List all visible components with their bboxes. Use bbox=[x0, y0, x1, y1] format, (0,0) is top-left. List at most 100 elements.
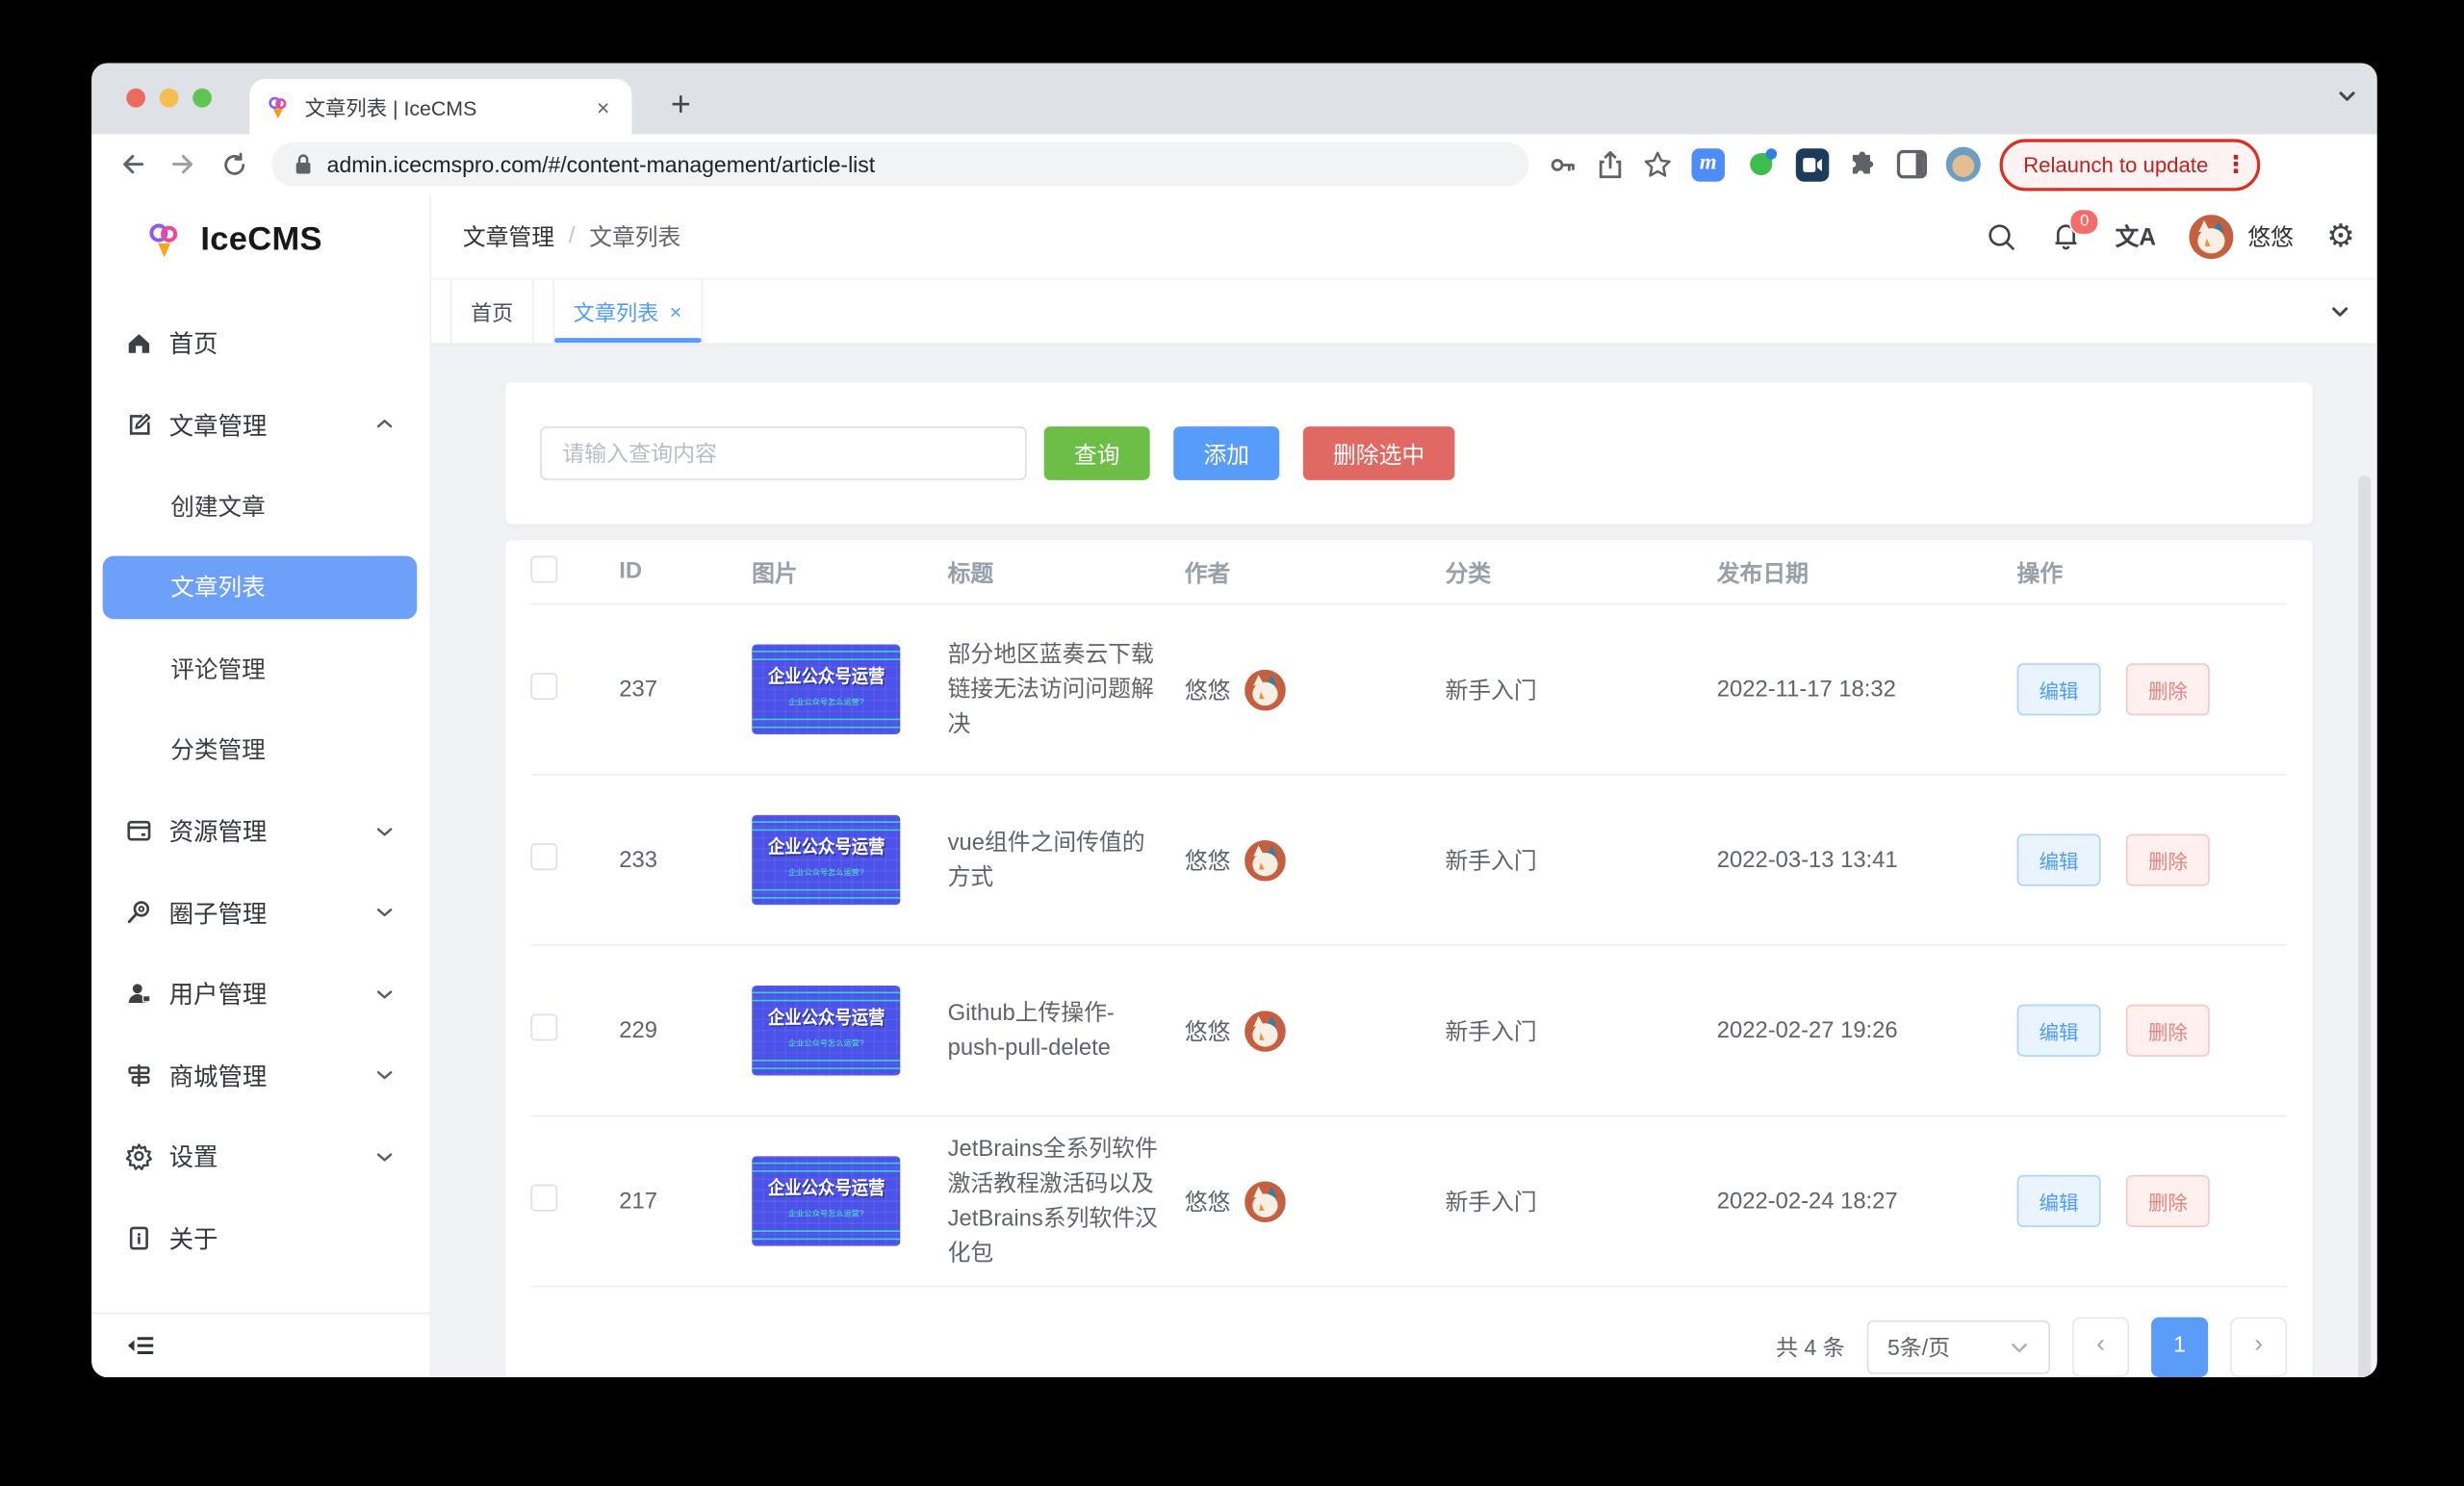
extension-camera-icon[interactable] bbox=[1796, 147, 1829, 180]
sidebar-item-label: 用户管理 bbox=[169, 976, 374, 1011]
table-row: 229 企业公众号运营 企业公众号怎么运营? Github上传操作-push-p… bbox=[530, 946, 2287, 1116]
row-checkbox[interactable] bbox=[530, 673, 557, 700]
user-avatar bbox=[2190, 214, 2234, 258]
sidebar-item-article-list[interactable]: 文章列表 bbox=[103, 555, 418, 619]
column-category: 分类 bbox=[1446, 555, 1717, 588]
sidebar-item-user-management[interactable]: 用户管理 bbox=[91, 959, 429, 1028]
language-translate-icon[interactable]: 文A bbox=[2116, 219, 2156, 252]
select-all-checkbox[interactable] bbox=[530, 555, 557, 582]
chevron-down-icon bbox=[2009, 1337, 2029, 1357]
sidebar-item-resource-management[interactable]: 资源管理 bbox=[91, 796, 429, 865]
delete-selected-button[interactable]: 删除选中 bbox=[1303, 426, 1455, 480]
extensions-puzzle-icon[interactable] bbox=[1848, 149, 1878, 179]
favicon-icecream-icon bbox=[266, 94, 291, 119]
forward-icon[interactable] bbox=[163, 143, 204, 185]
row-checkbox[interactable] bbox=[530, 843, 557, 870]
extension-evernote-icon[interactable] bbox=[1744, 147, 1777, 180]
page-size-select[interactable]: 5条/页 bbox=[1867, 1320, 2050, 1374]
bookmark-star-icon[interactable] bbox=[1643, 149, 1673, 179]
scrollbar[interactable] bbox=[2358, 475, 2371, 1377]
article-thumbnail[interactable]: 企业公众号运营 企业公众号怎么运营? bbox=[752, 986, 900, 1076]
zoom-window-button[interactable] bbox=[192, 89, 212, 108]
tags-chevron-down-icon[interactable] bbox=[2328, 299, 2352, 323]
users-icon bbox=[125, 979, 154, 1008]
thumbnail-subtitle: 企业公众号怎么运营? bbox=[788, 697, 863, 709]
close-window-button[interactable] bbox=[126, 89, 145, 108]
sidebar-item-label: 评论管理 bbox=[170, 652, 429, 684]
sidebar-item-about[interactable]: 关于 bbox=[91, 1203, 429, 1272]
app-logo[interactable]: IceCMS bbox=[91, 194, 429, 286]
back-icon[interactable] bbox=[113, 143, 154, 185]
browser-profile-avatar[interactable] bbox=[1946, 147, 1981, 182]
search-input[interactable] bbox=[540, 426, 1026, 480]
tab-search-chevron-icon[interactable] bbox=[2336, 86, 2358, 108]
browser-menu-icon[interactable]: ⋮ bbox=[2224, 150, 2248, 179]
add-button[interactable]: 添加 bbox=[1173, 426, 1279, 480]
reload-icon[interactable] bbox=[214, 143, 255, 185]
sidebar-item-home[interactable]: 首页 bbox=[91, 308, 429, 377]
browser-tab[interactable]: 文章列表 | IceCMS × bbox=[249, 79, 631, 134]
total-count-label: 共 4 条 bbox=[1776, 1331, 1845, 1363]
cell-category: 新手入门 bbox=[1446, 1185, 1717, 1217]
sidebar-item-label: 关于 bbox=[169, 1220, 430, 1255]
sidebar-item-mall-management[interactable]: 商城管理 bbox=[91, 1040, 429, 1110]
table-row: 233 企业公众号运营 企业公众号怎么运营? vue组件之间传值的方式 bbox=[530, 776, 2287, 946]
delete-button[interactable]: 删除 bbox=[2126, 1175, 2210, 1227]
cell-title[interactable]: JetBrains全系列软件激活教程激活码以及JetBrains系列软件汉化包 bbox=[948, 1132, 1185, 1270]
cell-date: 2022-03-13 13:41 bbox=[1717, 847, 2017, 872]
row-checkbox[interactable] bbox=[530, 1185, 557, 1212]
relaunch-to-update-button[interactable]: Relaunch to update ⋮ bbox=[2000, 139, 2261, 191]
minimize-window-button[interactable] bbox=[160, 89, 179, 108]
cell-title[interactable]: vue组件之间传值的方式 bbox=[948, 825, 1185, 894]
cell-date: 2022-02-24 18:27 bbox=[1717, 1189, 2017, 1214]
tab-close-icon[interactable]: × bbox=[590, 94, 616, 119]
user-menu[interactable]: 悠悠 bbox=[2190, 214, 2294, 258]
browser-window: 文章列表 | IceCMS × + admin.ice bbox=[91, 64, 2377, 1377]
edit-button[interactable]: 编辑 bbox=[2017, 663, 2101, 715]
address-bar[interactable]: admin.icecmspro.com/#/content-management… bbox=[271, 142, 1528, 187]
article-thumbnail[interactable]: 企业公众号运营 企业公众号怎么运营? bbox=[752, 815, 900, 906]
sidebar-item-settings[interactable]: 设置 bbox=[91, 1121, 429, 1191]
browser-url-bar: admin.icecmspro.com/#/content-management… bbox=[91, 134, 2377, 193]
thumbnail-subtitle: 企业公众号怎么运营? bbox=[788, 1209, 863, 1221]
next-page-button[interactable]: › bbox=[2230, 1318, 2287, 1377]
extension-medium-icon[interactable]: m bbox=[1692, 147, 1725, 180]
page-1-button[interactable]: 1 bbox=[2151, 1318, 2208, 1377]
search-icon[interactable] bbox=[1986, 220, 2017, 252]
tag-article-list[interactable]: 文章列表 × bbox=[552, 279, 702, 343]
edit-button[interactable]: 编辑 bbox=[2017, 1175, 2101, 1227]
row-checkbox[interactable] bbox=[530, 1014, 557, 1041]
breadcrumb-first[interactable]: 文章管理 bbox=[463, 219, 554, 252]
thumbnail-title: 企业公众号运营 bbox=[767, 1011, 885, 1029]
query-button[interactable]: 查询 bbox=[1044, 426, 1150, 480]
delete-button[interactable]: 删除 bbox=[2126, 663, 2210, 715]
notification-bell-icon[interactable]: 0 bbox=[2050, 219, 2082, 252]
url-bar-actions: m Relaunch to update ⋮ bbox=[1548, 139, 2260, 191]
mall-icon bbox=[125, 1061, 154, 1089]
delete-button[interactable]: 删除 bbox=[2126, 833, 2210, 885]
sidebar-item-comment-management[interactable]: 评论管理 bbox=[91, 633, 429, 703]
cell-id: 229 bbox=[619, 1018, 752, 1043]
cell-title[interactable]: Github上传操作-push-pull-delete bbox=[948, 996, 1185, 1065]
new-tab-button[interactable]: + bbox=[657, 81, 705, 128]
edit-button[interactable]: 编辑 bbox=[2017, 833, 2101, 885]
prev-page-button[interactable]: ‹ bbox=[2072, 1318, 2129, 1377]
url-text: admin.icecmspro.com/#/content-management… bbox=[327, 152, 875, 177]
delete-button[interactable]: 删除 bbox=[2126, 1005, 2210, 1057]
article-thumbnail[interactable]: 企业公众号运营 企业公众号怎么运营? bbox=[752, 1156, 900, 1246]
edit-button[interactable]: 编辑 bbox=[2017, 1005, 2101, 1057]
thumbnail-title: 企业公众号运营 bbox=[767, 1181, 885, 1199]
settings-gear-icon[interactable]: ⚙ bbox=[2326, 220, 2354, 252]
tag-close-icon[interactable]: × bbox=[670, 299, 681, 323]
tag-home[interactable]: 首页 bbox=[450, 279, 534, 343]
collapse-sidebar-icon[interactable] bbox=[125, 1333, 157, 1358]
cell-title[interactable]: 部分地区蓝奏云下载链接无法访问问题解决 bbox=[948, 637, 1185, 741]
sidebar-item-category-management[interactable]: 分类管理 bbox=[91, 715, 429, 784]
sidebar-item-circle-management[interactable]: 圈子管理 bbox=[91, 878, 429, 947]
sidebar-item-article-management[interactable]: 文章管理 bbox=[91, 390, 429, 459]
side-panel-icon[interactable] bbox=[1897, 150, 1927, 179]
password-key-icon[interactable] bbox=[1548, 149, 1578, 179]
share-icon[interactable] bbox=[1597, 149, 1624, 179]
article-thumbnail[interactable]: 企业公众号运营 企业公众号怎么运营? bbox=[752, 645, 900, 735]
sidebar-item-create-article[interactable]: 创建文章 bbox=[91, 471, 429, 540]
